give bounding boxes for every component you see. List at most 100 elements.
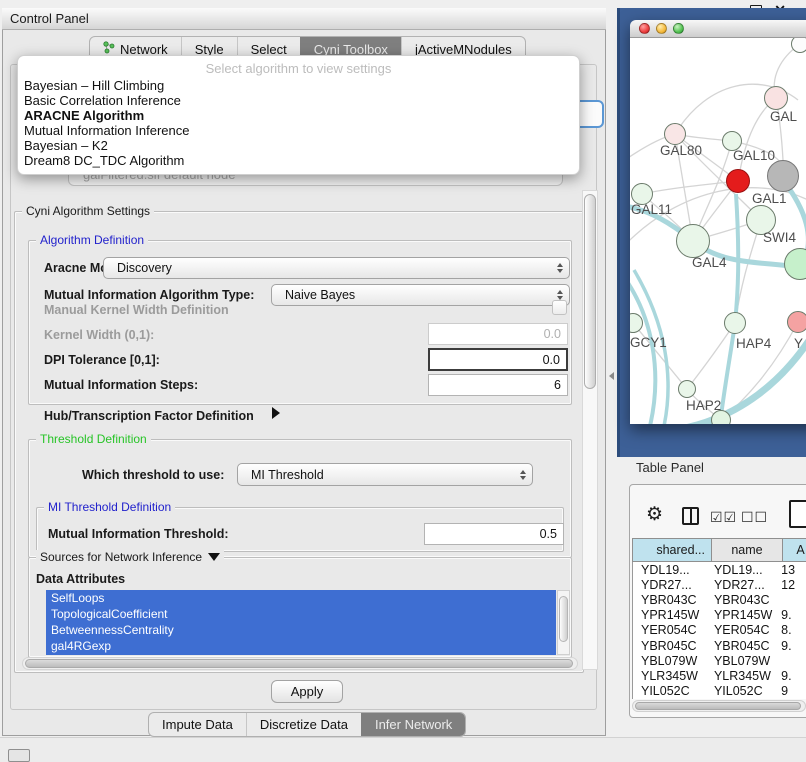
network-node[interactable]	[767, 160, 799, 192]
cell-name[interactable]: YPR145W	[709, 608, 777, 622]
attribute-item[interactable]: BetweennessCentrality	[46, 622, 556, 638]
table-row[interactable]: YDL19... YDL19... 13	[633, 562, 806, 577]
network-node-label: GAL11	[631, 202, 672, 217]
vertical-scrollbar-thumb[interactable]	[584, 194, 596, 389]
zoom-traffic-light-icon[interactable]	[673, 23, 684, 34]
network-node[interactable]	[726, 169, 750, 193]
table-scrollbar-thumb[interactable]	[635, 702, 801, 710]
tab-impute-data[interactable]: Impute Data	[149, 713, 246, 736]
mi-threshold-field[interactable]: 0.5	[424, 523, 564, 545]
horizontal-scrollbar-thumb[interactable]	[25, 659, 573, 668]
apply-button[interactable]: Apply	[271, 680, 343, 703]
tab-infer-network[interactable]: Infer Network	[361, 713, 465, 736]
cell-shared-name[interactable]: YLR345W	[633, 669, 709, 683]
settings-horizontal-scrollbar[interactable]	[22, 657, 578, 670]
cell-value[interactable]: 12	[777, 578, 806, 592]
cell-shared-name[interactable]: YDL19...	[633, 563, 709, 577]
cell-value[interactable]: 8.	[777, 623, 806, 637]
dpi-tolerance-field[interactable]: 0.0	[428, 348, 568, 371]
cell-value[interactable]: 9.	[777, 608, 806, 622]
table-row[interactable]: YER054C YER054C 8.	[633, 623, 806, 638]
gear-icon[interactable]: ⚙	[646, 503, 663, 526]
algorithm-option[interactable]: Basic Correlation Inference	[18, 93, 579, 108]
cell-name[interactable]: YBL079W	[709, 654, 777, 668]
cell-shared-name[interactable]: YER054C	[633, 623, 709, 637]
cell-shared-name[interactable]: YPR145W	[633, 608, 709, 622]
select-all-checkboxes-icon[interactable]: ☑☑	[710, 509, 737, 526]
expand-right-icon[interactable]	[272, 407, 280, 419]
algorithm-option[interactable]: Dream8 DC_TDC Algorithm	[18, 153, 579, 168]
network-node[interactable]	[678, 380, 696, 398]
network-window[interactable]: GALGAL80GAL10GAL1GAL11GAL4SWI4GCY1HAP4YH…	[630, 20, 806, 424]
minimized-panel-button[interactable]	[8, 749, 30, 762]
algorithm-option[interactable]: Bayesian – K2	[18, 138, 579, 153]
which-threshold-combobox[interactable]: MI Threshold	[237, 463, 533, 486]
algorithm-option[interactable]: Mutual Information Inference	[18, 123, 579, 138]
network-node[interactable]	[791, 38, 806, 53]
cell-name[interactable]: YER054C	[709, 623, 777, 637]
network-node-label: GAL4	[692, 255, 727, 270]
attributes-scrollbar[interactable]	[557, 590, 570, 655]
algorithm-option[interactable]: Bayesian – Hill Climbing	[18, 78, 579, 93]
cell-name[interactable]: YLR345W	[709, 669, 777, 683]
splitter-collapse-icon[interactable]	[609, 372, 614, 380]
cell-value[interactable]: 9.	[777, 639, 806, 653]
cell-value[interactable]: 9	[777, 684, 806, 698]
cell-shared-name[interactable]: YBL079W	[633, 654, 709, 668]
network-node-label: Y	[794, 336, 803, 351]
tab-discretize-data[interactable]: Discretize Data	[246, 713, 361, 736]
table-rows: YDL19... YDL19... 13 YDR27... YDR27... 1…	[632, 562, 806, 699]
hub-definition-label[interactable]: Hub/Transcription Factor Definition	[44, 409, 254, 423]
column-layout-icon[interactable]	[682, 507, 699, 525]
cell-name[interactable]: YBR045C	[709, 639, 777, 653]
mi-steps-field[interactable]: 6	[428, 374, 568, 396]
cell-name[interactable]: YDR27...	[709, 578, 777, 592]
network-node[interactable]	[764, 86, 788, 110]
table-row[interactable]: YBL079W YBL079W	[633, 653, 806, 668]
network-window-titlebar[interactable]	[630, 20, 806, 38]
cell-name[interactable]: YBR043C	[709, 593, 777, 607]
cell-shared-name[interactable]: YBR043C	[633, 593, 709, 607]
cell-shared-name[interactable]: YIL052C	[633, 684, 709, 698]
close-traffic-light-icon[interactable]	[639, 23, 650, 34]
kernel-width-field[interactable]: 0.0	[428, 323, 568, 345]
table-horizontal-scrollbar[interactable]	[632, 700, 806, 712]
control-panel-titlebar[interactable]: Control Panel	[2, 8, 606, 30]
mi-algorithm-type-combobox[interactable]: Naive Bayes	[271, 284, 570, 306]
network-node[interactable]	[664, 123, 686, 145]
attribute-item[interactable]: gal4RGexp	[46, 638, 556, 654]
table-row[interactable]: YBR045C YBR045C 9.	[633, 638, 806, 653]
column-header-partial[interactable]: A	[782, 538, 806, 562]
sources-title-text: Sources for Network Inference	[40, 550, 202, 564]
table-row[interactable]: YLR345W YLR345W 9.	[633, 668, 806, 683]
aracne-mode-combobox[interactable]: Discovery	[103, 257, 570, 279]
network-node[interactable]	[787, 311, 806, 333]
table-row[interactable]: YDR27... YDR27... 12	[633, 577, 806, 592]
cell-name[interactable]: YIL052C	[709, 684, 777, 698]
attribute-item[interactable]: SelfLoops	[46, 590, 556, 606]
table-row[interactable]: YPR145W YPR145W 9.	[633, 608, 806, 623]
cell-value[interactable]: 13	[777, 563, 806, 577]
sources-title[interactable]: Sources for Network Inference	[36, 550, 224, 564]
table-row[interactable]: YIL052C YIL052C 9	[633, 684, 806, 699]
table-row[interactable]: YBR043C YBR043C	[633, 592, 806, 607]
cell-shared-name[interactable]: YDR27...	[633, 578, 709, 592]
cell-name[interactable]: YDL19...	[709, 563, 777, 577]
network-node[interactable]	[724, 312, 746, 334]
attribute-item[interactable]: TopologicalCoefficient	[46, 606, 556, 622]
settings-vertical-scrollbar[interactable]	[582, 190, 598, 670]
table-panel-title: Table Panel	[636, 460, 704, 475]
cell-value[interactable]: 9.	[777, 669, 806, 683]
minimize-traffic-light-icon[interactable]	[656, 23, 667, 34]
manual-kernel-width-checkbox[interactable]	[552, 300, 567, 315]
column-header-name[interactable]: name	[711, 538, 783, 562]
deselect-all-checkboxes-icon[interactable]: ☐☐	[741, 509, 768, 526]
column-header-label: name	[731, 543, 762, 557]
algorithm-option[interactable]: ARACNE Algorithm	[18, 108, 579, 123]
column-header-shared-name[interactable]: shared...	[632, 538, 712, 562]
network-node[interactable]	[676, 224, 710, 258]
network-canvas[interactable]: GALGAL80GAL10GAL1GAL11GAL4SWI4GCY1HAP4YH…	[630, 38, 806, 424]
document-icon[interactable]	[789, 500, 806, 528]
cell-shared-name[interactable]: YBR045C	[633, 639, 709, 653]
attributes-scrollbar-thumb[interactable]	[559, 596, 568, 642]
